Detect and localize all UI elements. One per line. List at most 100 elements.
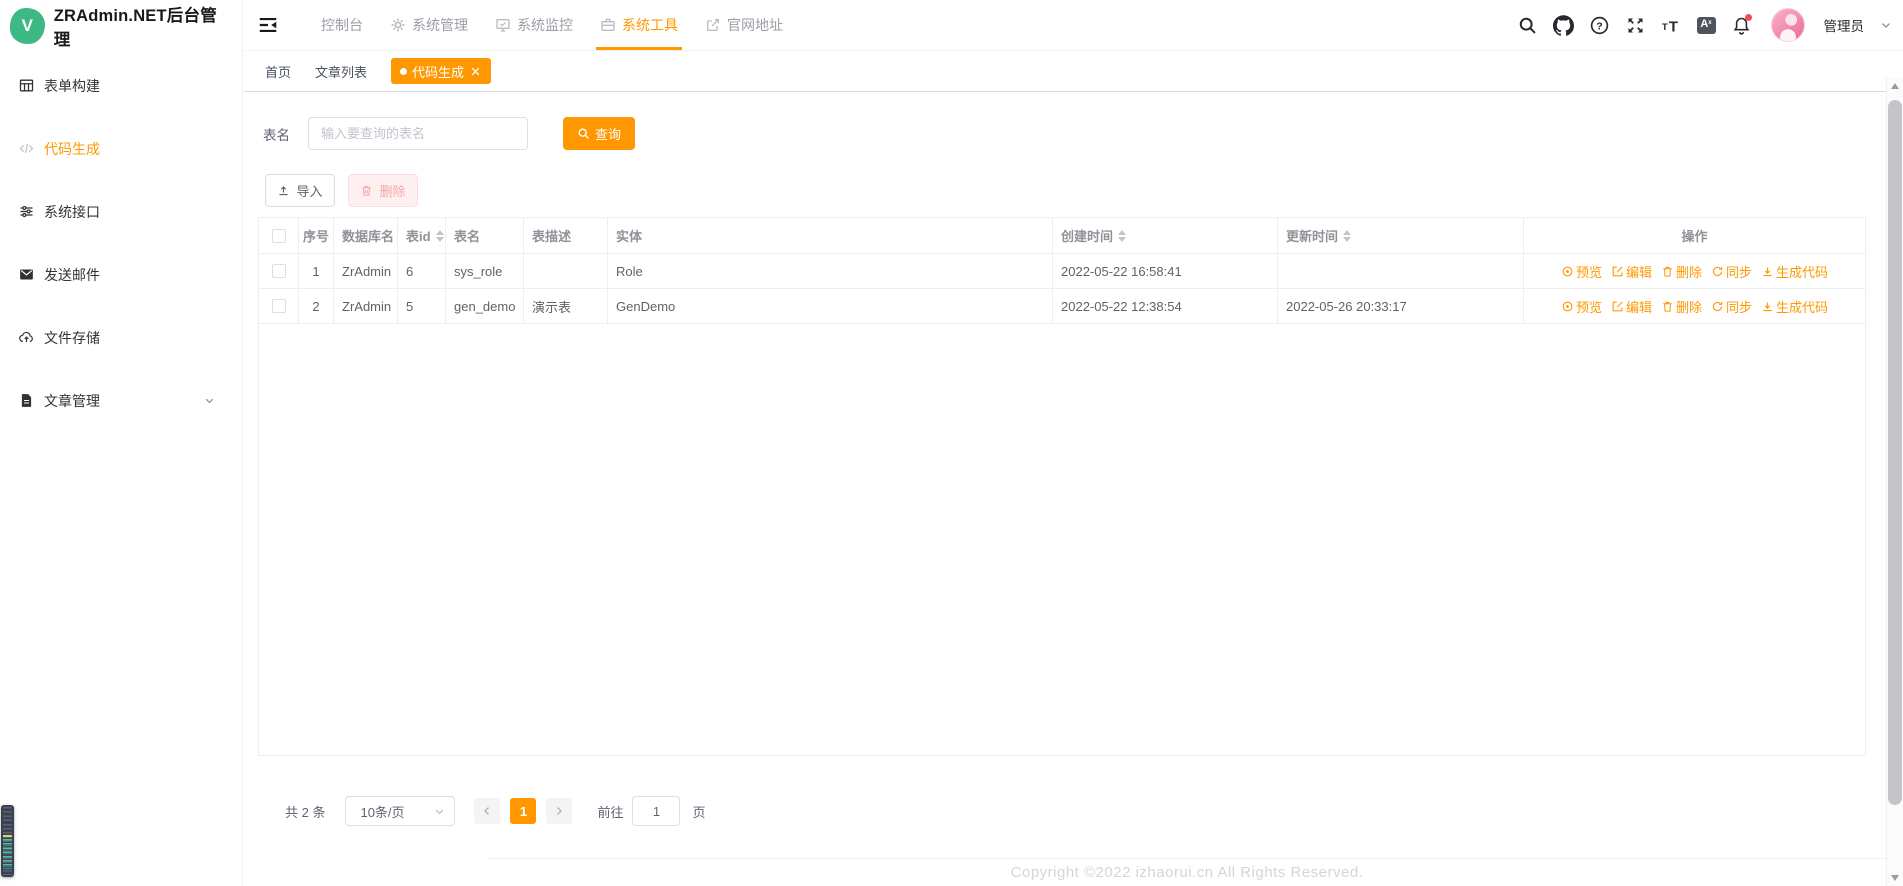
nav-item-system-tools[interactable]: 系统工具 xyxy=(596,0,682,50)
nav-item-system-monitor[interactable]: 系统监控 xyxy=(495,0,573,50)
svg-text:T: T xyxy=(1661,21,1667,32)
scrollbar-down-arrow[interactable] xyxy=(1891,875,1899,881)
select-all-checkbox[interactable] xyxy=(271,228,286,243)
next-page-button[interactable] xyxy=(546,798,573,824)
user-avatar[interactable] xyxy=(1770,8,1805,42)
delete-button-label: 删除 xyxy=(379,184,406,199)
sidebar-item-system-api[interactable]: 系统接口 xyxy=(0,180,242,243)
column-header-table-id[interactable]: 表id xyxy=(398,218,446,254)
nav-item-console[interactable]: 控制台 xyxy=(321,0,363,50)
sort-caret-icon[interactable] xyxy=(1118,229,1127,242)
main-area: 控制台 系统管理 系统监控 系统工具 官网地址 ? T T A x 管理员 首页… xyxy=(244,0,1903,886)
nav-item-official-site[interactable]: 官网地址 xyxy=(705,0,783,50)
sort-caret-icon[interactable] xyxy=(435,229,444,242)
action-label: 编辑 xyxy=(1625,264,1652,280)
fullscreen-icon[interactable] xyxy=(1625,15,1646,36)
action-label: 同步 xyxy=(1726,264,1753,280)
svg-text:?: ? xyxy=(1596,20,1602,32)
sidebar-item-article-management[interactable]: 文章管理 xyxy=(0,369,242,432)
column-header-created-at[interactable]: 创建时间 xyxy=(1053,218,1278,254)
goto-page-input[interactable] xyxy=(632,796,681,826)
action-label: 预览 xyxy=(1575,299,1602,315)
page-content: 表名 查询 导入 删除 序号 数据库名 xyxy=(244,92,1886,858)
delete-link[interactable]: 删除 xyxy=(1661,297,1702,316)
logo-row[interactable]: V ZRAdmin.NET后台管理 xyxy=(0,0,242,52)
preview-link[interactable]: 预览 xyxy=(1561,297,1602,316)
table-name-label: 表名 xyxy=(263,127,290,143)
svg-text:T: T xyxy=(1668,19,1677,35)
column-header-updated-at[interactable]: 更新时间 xyxy=(1278,218,1524,254)
generate-code-link[interactable]: 生成代码 xyxy=(1761,262,1828,281)
upload-icon xyxy=(279,186,289,196)
tab-code-generation[interactable]: 代码生成 xyxy=(391,58,492,84)
search-button[interactable]: 查询 xyxy=(563,117,635,150)
cell-actions: 预览 编辑 删除 同步 生成代码 xyxy=(1524,289,1865,324)
action-label: 同步 xyxy=(1726,299,1753,315)
edit-link[interactable]: 编辑 xyxy=(1611,297,1652,316)
prev-page-button[interactable] xyxy=(474,798,501,824)
cell-description: 演示表 xyxy=(524,289,608,324)
column-header-entity: 实体 xyxy=(608,218,1053,254)
font-size-icon[interactable]: TT xyxy=(1661,15,1682,36)
total-count: 共 2 条 xyxy=(285,804,326,820)
close-icon[interactable] xyxy=(469,65,482,78)
generate-code-link[interactable]: 生成代码 xyxy=(1761,297,1828,316)
delete-button[interactable]: 删除 xyxy=(348,174,418,207)
vertical-scrollbar[interactable] xyxy=(1886,78,1903,886)
sort-caret-icon[interactable] xyxy=(1343,229,1352,242)
table-name-input[interactable] xyxy=(308,117,528,150)
sidebar-item-label: 文件存储 xyxy=(44,329,100,346)
translate-icon[interactable]: Ax xyxy=(1696,16,1716,34)
search-icon[interactable] xyxy=(1517,15,1538,36)
sidebar-item-code-generation[interactable]: 代码生成 xyxy=(0,117,242,180)
external-link-icon xyxy=(705,17,721,33)
help-icon[interactable]: ? xyxy=(1589,15,1610,36)
sync-icon xyxy=(1712,301,1723,311)
cell-seq: 2 xyxy=(299,289,334,324)
cell-created-at: 2022-05-22 16:58:41 xyxy=(1053,254,1278,289)
nav-item-system-management[interactable]: 系统管理 xyxy=(390,0,468,50)
row-checkbox[interactable] xyxy=(271,264,286,278)
tab-home[interactable]: 首页 xyxy=(265,62,291,81)
notifications-bell-icon[interactable] xyxy=(1731,13,1752,36)
sidebar-item-label: 发送邮件 xyxy=(44,266,100,283)
scrollbar-up-arrow[interactable] xyxy=(1891,83,1899,89)
cell-updated-at: 2022-05-26 20:33:17 xyxy=(1278,289,1524,324)
action-label: 生成代码 xyxy=(1776,264,1829,280)
sidebar-item-send-mail[interactable]: 发送邮件 xyxy=(0,243,242,306)
preview-link[interactable]: 预览 xyxy=(1561,262,1602,281)
page-size-value: 10条/页 xyxy=(360,804,405,820)
tab-label: 代码生成 xyxy=(412,64,465,80)
sidebar-item-form-builder[interactable]: 表单构建 xyxy=(0,54,242,117)
row-checkbox[interactable] xyxy=(271,299,286,313)
action-label: 预览 xyxy=(1575,264,1602,280)
notification-badge xyxy=(1744,13,1752,21)
sidebar-item-file-storage[interactable]: 文件存储 xyxy=(0,306,242,369)
cell-table-name: gen_demo xyxy=(446,289,524,324)
chevron-down-icon[interactable] xyxy=(1879,18,1893,32)
cloud-upload-icon xyxy=(18,329,35,346)
trash-icon xyxy=(362,185,372,196)
user-name[interactable]: 管理员 xyxy=(1824,15,1865,35)
delete-link[interactable]: 删除 xyxy=(1661,262,1702,281)
table-header-row: 序号 数据库名 表id 表名 表描述 实体 创建时间 更新时间 操作 xyxy=(259,218,1865,254)
tables-data-grid: 序号 数据库名 表id 表名 表描述 实体 创建时间 更新时间 操作 1 ZrA… xyxy=(258,217,1866,756)
page-size-select[interactable]: 10条/页 xyxy=(345,796,456,826)
scrollbar-thumb[interactable] xyxy=(1888,100,1902,805)
browser-extension-widget[interactable] xyxy=(1,805,14,877)
import-button[interactable]: 导入 xyxy=(265,174,335,207)
cell-seq: 1 xyxy=(299,254,334,289)
app-title: ZRAdmin.NET后台管理 xyxy=(53,7,217,49)
cell-entity: Role xyxy=(608,254,1053,289)
action-label: 生成代码 xyxy=(1776,299,1829,315)
collapse-sidebar-icon[interactable] xyxy=(257,14,279,36)
tab-article-list[interactable]: 文章列表 xyxy=(315,62,367,81)
github-icon[interactable] xyxy=(1552,14,1574,36)
query-form: 表名 查询 xyxy=(263,117,1886,150)
logo-letter: V xyxy=(21,16,34,35)
column-header-description: 表描述 xyxy=(524,218,608,254)
sync-link[interactable]: 同步 xyxy=(1711,262,1752,281)
sync-link[interactable]: 同步 xyxy=(1711,297,1752,316)
edit-link[interactable]: 编辑 xyxy=(1611,262,1652,281)
page-number-button[interactable]: 1 xyxy=(510,798,537,824)
